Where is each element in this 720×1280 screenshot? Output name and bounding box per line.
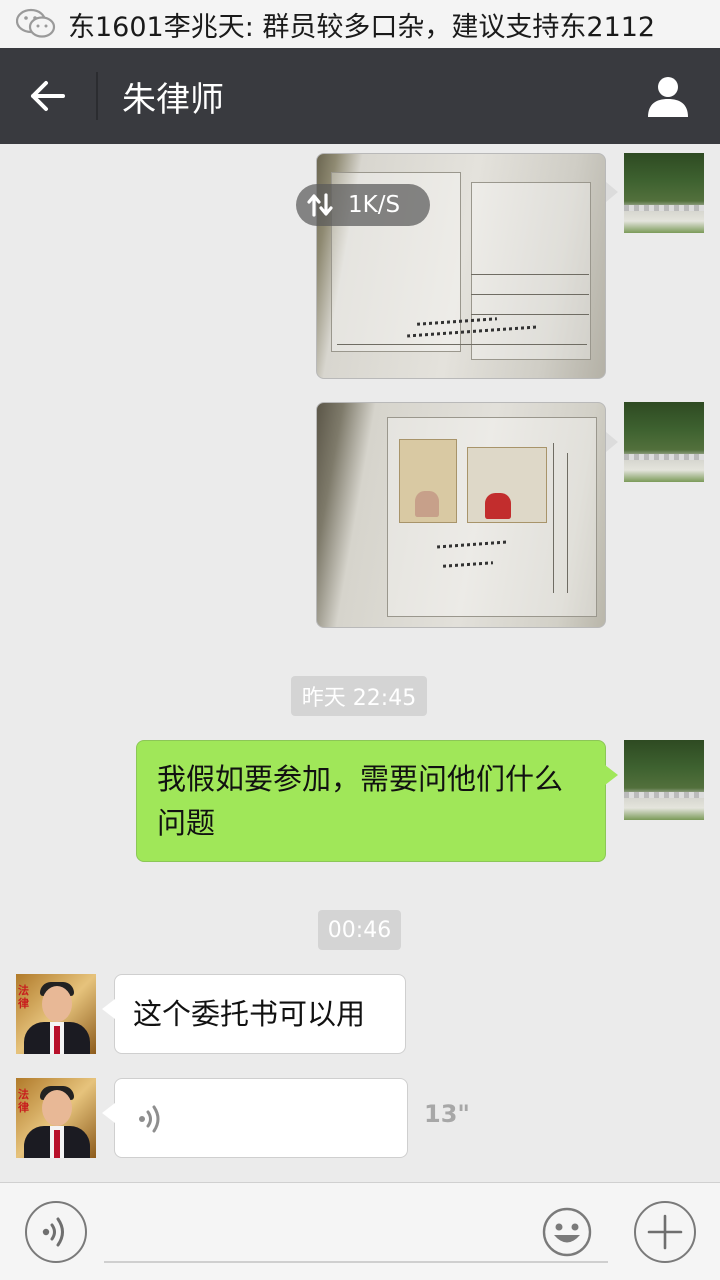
message-timestamp: 昨天 22:45 (291, 676, 427, 716)
bubble-tail (606, 432, 618, 452)
notification-text: 东1601李兆天: 群员较多口杂，建议支持东2112 (68, 11, 656, 43)
bubble-tail (102, 999, 115, 1019)
my-avatar[interactable] (624, 402, 704, 482)
message-text: 我假如要参加，需要问他们什么问题 (157, 762, 564, 840)
chat-title: 朱律师 (122, 79, 224, 120)
image-message[interactable] (316, 402, 606, 628)
message-text: 这个委托书可以用 (133, 997, 366, 1031)
transfer-speed-indicator: 1K/S (296, 184, 430, 226)
wechat-icon (15, 8, 56, 40)
contact-avatar[interactable]: 法律 (16, 974, 96, 1054)
message-input[interactable] (104, 1211, 608, 1263)
sent-text-message[interactable]: 我假如要参加，需要问他们什么问题 (136, 740, 618, 862)
chat-message-list[interactable]: 1K/S 昨天 22:45 我假如要参加，需要问他们什么问题 00:46 法律 … (0, 144, 720, 1182)
smiley-icon (542, 1207, 592, 1257)
voice-icon (42, 1217, 64, 1247)
arrow-left-icon (31, 81, 65, 111)
header-divider (96, 72, 98, 120)
back-button[interactable] (0, 48, 96, 144)
message-input-bar (0, 1182, 720, 1280)
avatar-text: 法律 (18, 1088, 29, 1114)
my-avatar[interactable] (624, 740, 704, 820)
chat-info-button[interactable] (636, 64, 700, 128)
plus-icon (647, 1214, 683, 1250)
bubble-tail (605, 765, 618, 785)
my-avatar[interactable] (624, 153, 704, 233)
sync-icon (307, 193, 333, 217)
transfer-speed-text: 1K/S (348, 192, 401, 218)
voice-message[interactable] (102, 1078, 408, 1158)
voice-input-button[interactable] (25, 1201, 87, 1263)
person-icon (648, 77, 688, 117)
voice-duration: 13" (424, 1100, 470, 1128)
message-timestamp: 00:46 (318, 910, 401, 950)
emoji-button[interactable] (536, 1201, 598, 1263)
received-text-message[interactable]: 这个委托书可以用 (102, 974, 406, 1054)
more-functions-button[interactable] (634, 1201, 696, 1263)
bubble-tail (606, 182, 618, 202)
chat-header: 朱律师 (0, 48, 720, 144)
voice-wave-icon (139, 1105, 160, 1133)
notification-bar[interactable]: 东1601李兆天: 群员较多口杂，建议支持东2112 (0, 0, 720, 48)
contact-avatar[interactable]: 法律 (16, 1078, 96, 1158)
avatar-text: 法律 (18, 984, 29, 1010)
bubble-tail (102, 1103, 115, 1123)
